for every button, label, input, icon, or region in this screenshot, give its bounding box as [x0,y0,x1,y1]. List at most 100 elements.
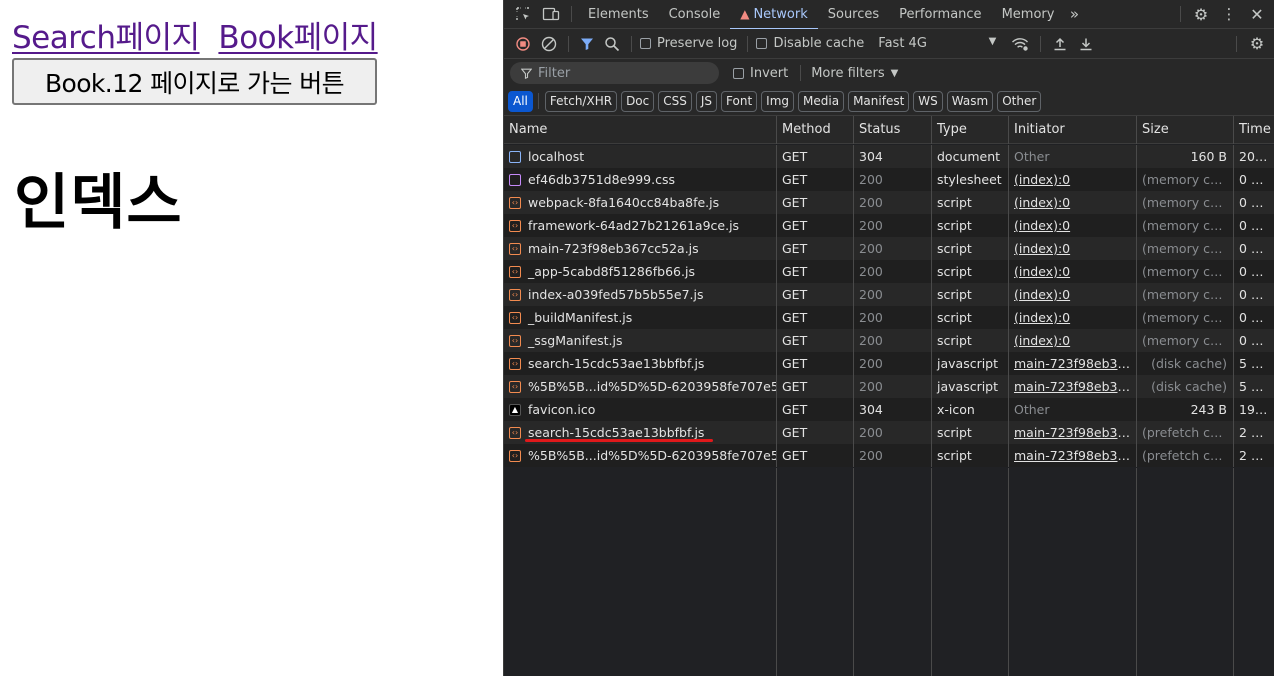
favicon-file-icon: ▲ [509,403,521,416]
export-har-icon[interactable] [1073,37,1099,51]
request-name-cell[interactable]: ‹› _buildManifest.js [504,306,777,329]
stop-recording-icon[interactable] [510,36,536,51]
type-filter-css[interactable]: CSS [658,90,692,112]
request-status: 200 [854,237,932,260]
request-row[interactable]: ‹› _ssgManifest.js GET 200 script (index):0 (m… [504,329,1274,352]
column-header-status[interactable]: Status [854,116,932,144]
request-initiator[interactable]: (index):0 [1009,283,1137,306]
column-header-size[interactable]: Size [1137,116,1234,144]
request-row[interactable]: ‹› framework-64ad27b21261a9ce.js GET 200 scr… [504,214,1274,237]
request-name-cell[interactable]: ‹› _ssgManifest.js [504,329,777,352]
more-filters-button[interactable]: More filters ▼ [811,66,898,81]
book-page-link[interactable]: Book페이지 [218,20,378,56]
request-type: script [932,283,1009,306]
import-har-icon[interactable] [1047,37,1073,51]
more-tabs-icon[interactable]: » [1064,5,1084,23]
request-name-cell[interactable]: ef46db3751d8e999.css [504,168,777,191]
tab-network[interactable]: ▲ Network [730,0,818,30]
request-name-cell[interactable]: ▲ favicon.ico [504,398,777,421]
close-devtools-icon[interactable]: ✕ [1243,5,1271,24]
preserve-log-checkbox[interactable]: Preserve log [640,36,737,51]
request-row[interactable]: ‹› main-723f98eb367cc52a.js GET 200 script (i… [504,237,1274,260]
request-time: 206... [1239,149,1274,164]
request-initiator[interactable]: main-723f98eb367cc [1009,352,1137,375]
request-initiator[interactable]: main-723f98eb367cc [1009,421,1137,444]
column-header-time[interactable]: Time [1234,116,1274,144]
request-initiator[interactable]: (index):0 [1009,237,1137,260]
request-row[interactable]: ‹› _buildManifest.js GET 200 script (index):0… [504,306,1274,329]
settings-gear-icon[interactable]: ⚙ [1187,5,1215,24]
network-conditions-icon[interactable] [1006,37,1034,51]
inspect-element-icon[interactable] [509,6,537,22]
column-header-method[interactable]: Method [777,116,854,144]
request-status: 200 [854,421,932,444]
request-row[interactable]: ‹› search-15cdc53ae13bbfbf.js GET 200 javasc… [504,352,1274,375]
type-filter-img[interactable]: Img [761,90,795,112]
request-time: 0 ms [1239,287,1270,302]
request-initiator[interactable]: (index):0 [1009,168,1137,191]
request-row[interactable]: localhost GET 304 document Other 160 B 206... [504,145,1274,168]
request-method: GET [777,421,854,444]
request-initiator[interactable]: main-723f98eb367cc [1009,444,1137,467]
request-row[interactable]: ‹› _app-5cabd8f51286fb66.js GET 200 script (i… [504,260,1274,283]
request-row[interactable]: ef46db3751d8e999.css GET 200 stylesheet (ind… [504,168,1274,191]
type-filter-all[interactable]: All [508,90,533,112]
request-initiator[interactable]: (index):0 [1009,260,1137,283]
type-filter-ws[interactable]: WS [913,90,943,112]
request-row[interactable]: ‹› index-a039fed57b5b55e7.js GET 200 script(… [504,283,1274,306]
tab-performance[interactable]: Performance [889,0,991,29]
request-initiator[interactable]: (index):0 [1009,329,1137,352]
request-name-cell[interactable]: ‹› %5B%5B...id%5D%5D-6203958fe707e5... [504,375,777,398]
request-name-cell[interactable]: ‹› _app-5cabd8f51286fb66.js [504,260,777,283]
request-row[interactable]: ‹› webpack-8fa1640cc84ba8fe.js GET 200 scrip… [504,191,1274,214]
request-name-cell[interactable]: ‹› framework-64ad27b21261a9ce.js [504,214,777,237]
request-initiator[interactable]: (index):0 [1009,191,1137,214]
network-settings-gear-icon[interactable]: ⚙ [1243,34,1271,53]
type-filter-doc[interactable]: Doc [621,90,655,112]
request-name-cell[interactable]: ‹› webpack-8fa1640cc84ba8fe.js [504,191,777,214]
request-initiator[interactable]: (index):0 [1009,306,1137,329]
clear-icon[interactable] [536,36,562,52]
type-filter-font[interactable]: Font [721,90,758,112]
request-row[interactable]: ▲ favicon.ico GET 304 x-icon Other 243 B 197... [504,398,1274,421]
search-icon[interactable] [599,36,625,52]
tab-elements[interactable]: Elements [578,0,659,29]
request-initiator[interactable]: main-723f98eb367cc [1009,375,1137,398]
invert-checkbox[interactable]: Invert [733,66,788,81]
type-filter-media[interactable]: Media [798,90,845,112]
type-filter-other[interactable]: Other [997,90,1042,112]
type-filter-wasm[interactable]: Wasm [946,90,994,112]
book-12-button[interactable]: Book.12 페이지로 가는 버튼 [12,58,377,105]
request-type: stylesheet [932,168,1009,191]
tab-console[interactable]: Console [659,0,731,29]
type-filter-js[interactable]: JS [695,90,718,112]
search-page-link[interactable]: Search페이지 [12,20,200,56]
request-row[interactable]: ‹› %5B%5B...id%5D%5D-6203958fe707e5... GET… [504,444,1274,467]
request-time: 0 ms [1239,172,1270,187]
column-header-initiator[interactable]: Initiator [1009,116,1137,144]
kebab-menu-icon[interactable]: ⋮ [1215,5,1243,23]
request-row[interactable]: ‹› %5B%5B...id%5D%5D-6203958fe707e5... GET… [504,375,1274,398]
column-header-type[interactable]: Type [932,116,1009,144]
column-header-name[interactable]: Name [504,116,777,144]
request-name: %5B%5B...id%5D%5D-6203958fe707e5... [528,448,777,463]
request-name-cell[interactable]: ‹› %5B%5B...id%5D%5D-6203958fe707e5... [504,444,777,467]
disable-cache-checkbox[interactable]: Disable cache [756,36,864,51]
request-name-cell[interactable]: ‹› search-15cdc53ae13bbfbf.js [504,352,777,375]
toolbar-divider [747,35,749,52]
devtools-tab-bar: Elements Console ▲ Network Sources Perfo… [504,0,1274,30]
tab-sources[interactable]: Sources [818,0,889,29]
filter-input[interactable]: Filter [510,62,719,84]
request-name-cell[interactable]: ‹› main-723f98eb367cc52a.js [504,237,777,260]
type-filter-manifest[interactable]: Manifest [848,90,910,112]
type-filter-fetch-xhr[interactable]: Fetch/XHR [544,90,618,112]
request-size: (prefetch cac... [1137,444,1234,467]
device-toolbar-icon[interactable] [537,6,565,22]
throttling-select[interactable]: Fast 4G ▼ [878,36,996,51]
request-name-cell[interactable]: ‹› index-a039fed57b5b55e7.js [504,283,777,306]
request-method: GET [777,191,854,214]
request-initiator[interactable]: (index):0 [1009,214,1137,237]
filter-funnel-icon[interactable] [575,37,599,51]
request-name-cell[interactable]: localhost [504,145,777,168]
tab-memory[interactable]: Memory [992,0,1065,29]
